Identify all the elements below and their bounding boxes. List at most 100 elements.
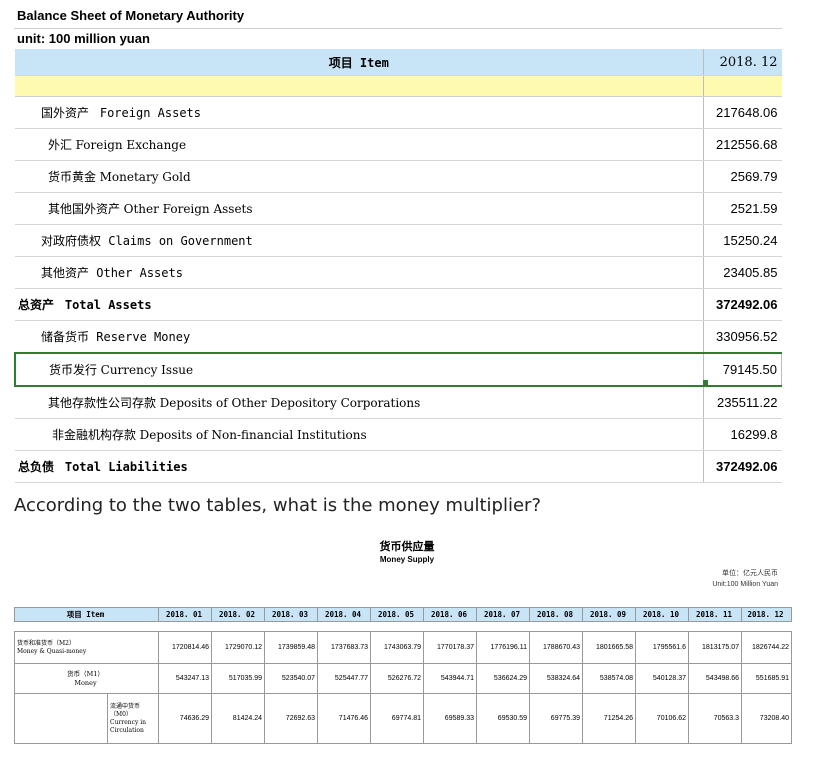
ms-header-month: 2018. 04 xyxy=(317,607,371,622)
header-row: 项目 Item 2018. 12 xyxy=(15,49,782,76)
row-value[interactable]: 235511.22 xyxy=(702,386,782,419)
ms-cell[interactable]: 1729070.12 xyxy=(211,631,265,664)
ms-cell[interactable]: 538324.64 xyxy=(529,663,583,694)
ms-cell[interactable]: 73208.40 xyxy=(741,693,792,744)
ms-cell[interactable]: 69589.33 xyxy=(423,693,477,744)
table-row[interactable]: 国外资产 Foreign Assets 217648.06 xyxy=(15,96,782,129)
ms-cell[interactable]: 1720814.46 xyxy=(158,631,212,664)
row-value[interactable]: 23405.85 xyxy=(702,256,782,289)
row-value[interactable]: 15250.24 xyxy=(702,224,782,257)
table-row-total-assets[interactable]: 总资产 Total Assets 372492.06 xyxy=(15,288,782,321)
ms-cell[interactable]: 69530.59 xyxy=(476,693,530,744)
ms-cell[interactable]: 1743063.79 xyxy=(370,631,424,664)
ms-cell[interactable]: 1776196.11 xyxy=(476,631,530,664)
m1-label-zh: 货币（M1） xyxy=(67,669,104,678)
ms-cell[interactable]: 526276.72 xyxy=(370,663,424,694)
blank-row xyxy=(15,75,782,97)
row-value[interactable]: 372492.06 xyxy=(702,288,782,321)
balance-sheet-table: 项目 Item 2018. 12 国外资产 Foreign Assets 217… xyxy=(14,49,782,483)
m0-label-en: Currency in Circulation xyxy=(110,718,147,734)
ms-cell[interactable]: 1739859.48 xyxy=(264,631,318,664)
ms-header-month: 2018. 07 xyxy=(476,607,530,622)
ms-cell[interactable]: 540128.37 xyxy=(635,663,689,694)
ms-cell[interactable]: 1788670.43 xyxy=(529,631,583,664)
ms-cell[interactable]: 70563.3 xyxy=(688,693,742,744)
ms-cell[interactable]: 1801665.58 xyxy=(582,631,636,664)
ms-cell[interactable]: 543247.13 xyxy=(158,663,212,694)
header-date: 2018. 12 xyxy=(702,49,782,76)
ms-cell[interactable]: 1826744.22 xyxy=(741,631,792,664)
ms-cell[interactable]: 1770178.37 xyxy=(423,631,477,664)
ms-cell[interactable]: 517035.99 xyxy=(211,663,265,694)
ms-header-month: 2018. 11 xyxy=(688,607,742,622)
ms-cell[interactable]: 1813175.07 xyxy=(688,631,742,664)
row-label-zh: 国外资产 xyxy=(41,106,90,120)
ms-cell[interactable]: 538574.08 xyxy=(582,663,636,694)
row-label-en: Other Foreign Assets xyxy=(123,202,253,216)
row-value[interactable]: 372492.06 xyxy=(702,450,782,483)
balance-sheet-title: Balance Sheet of Monetary Authority xyxy=(14,4,782,29)
row-label-zh: 其他存款性公司存款 xyxy=(48,396,157,410)
row-value[interactable]: 330956.52 xyxy=(702,320,782,354)
ms-cell[interactable]: 74636.29 xyxy=(158,693,212,744)
ms-cell[interactable]: 72692.63 xyxy=(264,693,318,744)
table-row[interactable]: 货币黄金 Monetary Gold 2569.79 xyxy=(15,160,782,193)
row-value[interactable]: 16299.8 xyxy=(702,418,782,451)
ms-header-month: 2018. 05 xyxy=(370,607,424,622)
ms-cell[interactable]: 71254.26 xyxy=(582,693,636,744)
balance-sheet-unit: unit: 100 million yuan xyxy=(17,31,150,46)
ms-cell[interactable]: 1795561.6 xyxy=(635,631,689,664)
row-label-en: Claims on Government xyxy=(108,234,253,248)
row-label-en: Foreign Exchange xyxy=(75,138,187,152)
ms-cell[interactable]: 523540.07 xyxy=(264,663,318,694)
ms-header-month: 2018. 01 xyxy=(158,607,212,622)
row-value[interactable]: 2521.59 xyxy=(702,192,782,225)
money-supply-unit: 单位：亿元人民币 Unit:100 Million Yuan xyxy=(712,568,778,590)
ms-cell[interactable]: 81424.24 xyxy=(211,693,265,744)
m0-label-zh: 流通中货币 xyxy=(110,702,141,710)
money-supply-title: 货币供应量 xyxy=(379,540,435,553)
header-item: 项目 Item xyxy=(15,49,703,76)
row-label-en: Total Assets xyxy=(64,298,152,312)
ms-header-item: 项目 Item xyxy=(14,607,159,622)
ms-m0-label: 流通中货币 （M0） Currency in Circulation xyxy=(107,693,159,744)
row-value[interactable]: 79145.50 xyxy=(702,352,782,387)
ms-cell[interactable]: 1737683.73 xyxy=(317,631,371,664)
table-row-selected[interactable]: 货币发行 Currency Issue 79145.50 xyxy=(14,352,782,387)
ms-cell[interactable]: 525447.77 xyxy=(317,663,371,694)
row-value[interactable]: 217648.06 xyxy=(702,96,782,129)
selection-handle[interactable] xyxy=(703,380,708,385)
unit-en: Unit:100 Million Yuan xyxy=(712,581,778,588)
unit-zh: 单位：亿元人民币 xyxy=(722,570,778,577)
table-row[interactable]: 储备货币 Reserve Money 330956.52 xyxy=(15,320,782,354)
row-label-en: Currency Issue xyxy=(100,363,194,377)
table-row[interactable]: 外汇 Foreign Exchange 212556.68 xyxy=(15,128,782,161)
money-supply-table: 项目 Item 2018. 01 2018. 02 2018. 03 2018.… xyxy=(14,607,792,744)
ms-cell[interactable]: 71476.46 xyxy=(317,693,371,744)
row-label-zh: 货币发行 xyxy=(49,363,98,377)
ms-row-m0: 流通中货币 （M0） Currency in Circulation 74636… xyxy=(14,693,792,744)
table-row[interactable]: 其他存款性公司存款 Deposits of Other Depository C… xyxy=(15,386,782,419)
table-row[interactable]: 非金融机构存款 Deposits of Non-financial Instit… xyxy=(15,418,782,451)
ms-cell[interactable]: 69774.81 xyxy=(370,693,424,744)
table-row[interactable]: 其他资产 Other Assets 23405.85 xyxy=(15,256,782,289)
row-label-zh: 货币黄金 xyxy=(48,170,97,184)
row-label-zh: 非金融机构存款 xyxy=(52,428,137,442)
ms-header-month: 2018. 06 xyxy=(423,607,477,622)
ms-cell[interactable]: 551685.91 xyxy=(741,663,792,694)
balance-sheet: Balance Sheet of Monetary Authority unit… xyxy=(14,4,782,483)
row-label-en: Total Liabilities xyxy=(64,460,188,474)
table-row[interactable]: 其他国外资产 Other Foreign Assets 2521.59 xyxy=(15,192,782,225)
ms-row-m1: 货币（M1） Money 543247.13 517035.99 523540.… xyxy=(14,663,792,694)
table-row-total-liabilities[interactable]: 总负债 Total Liabilities 372492.06 xyxy=(15,450,782,483)
row-value[interactable]: 212556.68 xyxy=(702,128,782,161)
table-row[interactable]: 对政府债权 Claims on Government 15250.24 xyxy=(15,224,782,257)
ms-cell[interactable]: 536624.29 xyxy=(476,663,530,694)
money-supply-subtitle: Money Supply xyxy=(379,555,435,564)
ms-cell[interactable]: 543498.66 xyxy=(688,663,742,694)
row-value[interactable]: 2569.79 xyxy=(702,160,782,193)
ms-cell[interactable]: 543944.71 xyxy=(423,663,477,694)
ms-spacer-row xyxy=(14,621,792,632)
ms-cell[interactable]: 69775.39 xyxy=(529,693,583,744)
ms-cell[interactable]: 70106.62 xyxy=(635,693,689,744)
